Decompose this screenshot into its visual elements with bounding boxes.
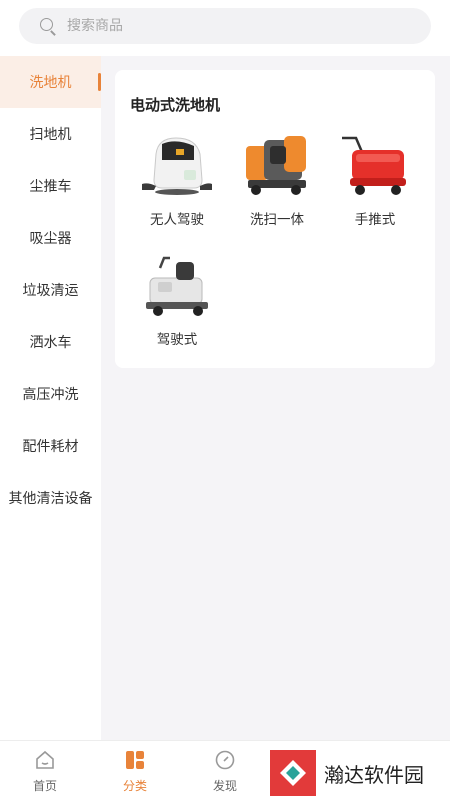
product-name: 手推式 [354,212,396,228]
nav-label: 分类 [122,779,147,793]
sidebar-item-scrubber[interactable]: 洗地机 [0,56,101,108]
autonomous-scrubber-image [140,132,214,198]
sidebar-item-sprinkler-truck[interactable]: 洒水车 [0,316,101,368]
product-tile[interactable]: 手推式 [325,132,425,228]
product-category-card: 电动式洗地机 无人驾驶 洗扫一体 手推式 驾驶式 [115,70,435,368]
sidebar-item-label: 其他清洁设备 [8,491,93,507]
walk-behind-scrubber-image [338,132,412,198]
top-bar [0,0,450,56]
sidebar-item-label: 尘推车 [29,179,72,195]
compass-icon [214,749,236,771]
watermark: 瀚达软件园 [270,749,440,797]
nav-category[interactable]: 分类 [105,749,165,794]
bottom-nav: 首页 分类 发现 瀚达软件园 [0,740,450,800]
sidebar-item-label: 吸尘器 [29,231,72,247]
product-tile[interactable]: 无人驾驶 [127,132,227,228]
ride-on-scrubber-image [140,252,214,318]
product-name: 无人驾驶 [150,212,204,228]
watermark-text: 瀚达软件园 [324,762,424,787]
product-name: 驾驶式 [156,332,198,348]
sidebar-item-vacuum[interactable]: 吸尘器 [0,212,101,264]
nav-label: 发现 [212,779,237,793]
category-icon [124,749,146,771]
sidebar-item-label: 垃圾清运 [22,283,79,299]
search-icon [39,17,57,36]
sweeper-scrubber-image [240,132,314,198]
sidebar-item-accessories[interactable]: 配件耗材 [0,420,101,472]
watermark-logo [270,750,316,796]
sidebar-item-dust-mop-cart[interactable]: 尘推车 [0,160,101,212]
home-icon [34,749,56,771]
sidebar-item-label: 洒水车 [29,335,72,351]
nav-discover[interactable]: 发现 [195,749,255,794]
sidebar-item-other-equipment[interactable]: 其他清洁设备 [0,472,101,524]
category-sidebar: 洗地机 扫地机 尘推车 吸尘器 垃圾清运 洒水车 高压冲洗 配件耗材 其他清洁设… [0,56,101,740]
app-root: 洗地机 扫地机 尘推车 吸尘器 垃圾清运 洒水车 高压冲洗 配件耗材 其他清洁设… [0,0,450,800]
sidebar-item-garbage-transport[interactable]: 垃圾清运 [0,264,101,316]
sidebar-item-label: 扫地机 [29,127,72,143]
search-input[interactable] [67,18,387,34]
active-indicator [98,73,101,91]
nav-label: 首页 [32,779,57,793]
product-name: 洗扫一体 [250,212,304,228]
sidebar-item-label: 配件耗材 [22,439,79,455]
sidebar-item-label: 高压冲洗 [22,387,79,403]
sidebar-item-pressure-washer[interactable]: 高压冲洗 [0,368,101,420]
sidebar-item-label: 洗地机 [29,75,72,91]
nav-home[interactable]: 首页 [15,749,75,794]
sidebar-item-sweeper[interactable]: 扫地机 [0,108,101,160]
product-tile[interactable]: 驾驶式 [127,252,227,348]
product-tile[interactable]: 洗扫一体 [227,132,327,228]
search-box[interactable] [19,8,431,44]
section-title: 电动式洗地机 [130,96,221,114]
